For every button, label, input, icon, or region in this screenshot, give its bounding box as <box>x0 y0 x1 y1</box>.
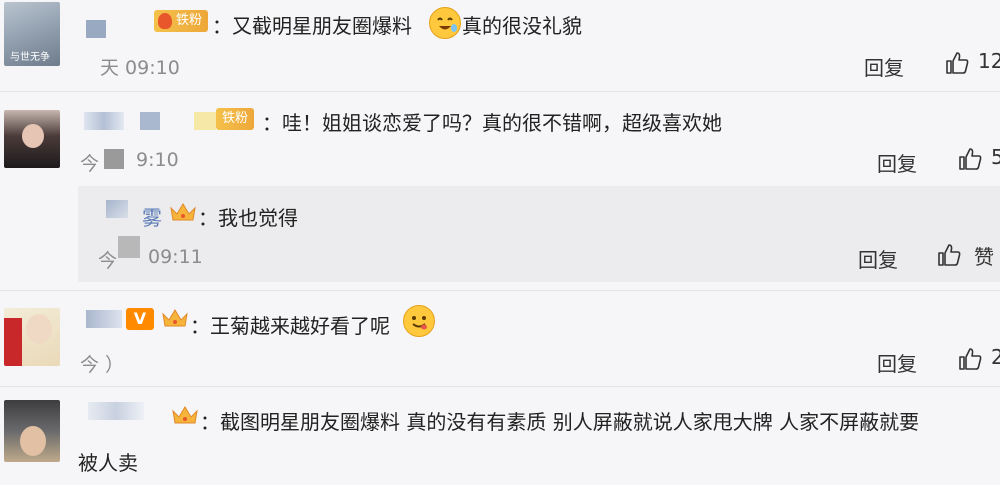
thumbs-up-icon <box>959 348 982 370</box>
divider <box>0 386 1000 387</box>
comment-text: ：哇！姐姐谈恋爱了吗？真的很不错啊，超级喜欢她 <box>262 111 722 135</box>
username-mosaic <box>194 112 216 130</box>
like-button[interactable]: 5 <box>957 144 1000 174</box>
comment-text: ：我也觉得 <box>198 206 298 230</box>
username-mosaic[interactable] <box>86 310 122 328</box>
laughing-emoji <box>429 7 461 39</box>
reply-button[interactable]: 回复 <box>877 148 917 177</box>
reply-button[interactable]: 回复 <box>877 348 917 377</box>
iron-fan-badge: 铁粉 <box>154 10 209 32</box>
like-button[interactable]: 2 <box>957 344 1000 374</box>
username-char[interactable]: 雾 <box>142 202 162 231</box>
timestamp: 今 ） <box>80 354 125 376</box>
thumbs-up-icon <box>938 244 961 266</box>
timestamp-mosaic <box>118 236 140 258</box>
thumbs-up-icon <box>946 52 969 74</box>
like-button[interactable]: 12 <box>944 48 1000 78</box>
like-count: 赞 <box>974 245 994 269</box>
divider <box>0 290 1000 291</box>
thumbs-up-icon <box>959 148 982 170</box>
comment-text: ：又截明星朋友圈爆料 <box>212 14 412 38</box>
comment-text: ：截图明星朋友圈爆料 真的没有有素质 别人屏蔽就说人家甩大牌 人家不屏蔽就要 <box>200 410 920 434</box>
timestamp-prefix: 今 <box>98 250 118 272</box>
username-mosaic[interactable] <box>86 20 106 38</box>
avatar[interactable] <box>4 400 60 462</box>
crown-icon <box>162 309 188 327</box>
reply-button[interactable]: 回复 <box>858 244 898 273</box>
like-count: 2 <box>991 345 1000 369</box>
crown-icon <box>170 203 196 221</box>
avatar[interactable]: 与世无争 <box>4 2 60 66</box>
crown-icon <box>172 406 198 424</box>
comment-text-tail: 真的很没礼貌 <box>462 14 582 38</box>
username-mosaic[interactable] <box>106 200 128 218</box>
timestamp: 09:11 <box>148 246 203 268</box>
comment-text: ：王菊越来越好看了呢 <box>190 314 390 338</box>
comment-text-line2: 被人卖 <box>78 451 138 475</box>
v-badge: V <box>126 308 154 330</box>
avatar-caption: 与世无争 <box>10 52 50 63</box>
reply-button[interactable]: 回复 <box>864 52 904 81</box>
timestamp-mosaic <box>104 149 124 169</box>
smile-emoji <box>403 305 435 337</box>
iron-fan-badge: 铁粉 <box>216 108 255 130</box>
avatar[interactable] <box>4 308 60 366</box>
username-mosaic[interactable] <box>88 402 144 420</box>
sub-reply-box: 雾 ：我也觉得 今 09:11 回复 赞 <box>78 186 1000 282</box>
timestamp: 天 09:10 <box>100 57 180 79</box>
like-count: 5 <box>991 145 1000 169</box>
flame-icon <box>158 13 172 29</box>
badge-label: 铁粉 <box>176 13 203 28</box>
badge-label: 铁粉 <box>222 111 249 126</box>
like-count: 12 <box>978 49 1000 73</box>
like-button[interactable]: 赞 <box>936 240 1000 270</box>
username-mosaic[interactable] <box>84 112 124 130</box>
username-mosaic[interactable] <box>140 112 160 130</box>
timestamp: 9:10 <box>136 149 179 171</box>
avatar[interactable] <box>4 110 60 168</box>
timestamp-prefix: 今 <box>80 153 100 175</box>
divider <box>0 91 1000 92</box>
